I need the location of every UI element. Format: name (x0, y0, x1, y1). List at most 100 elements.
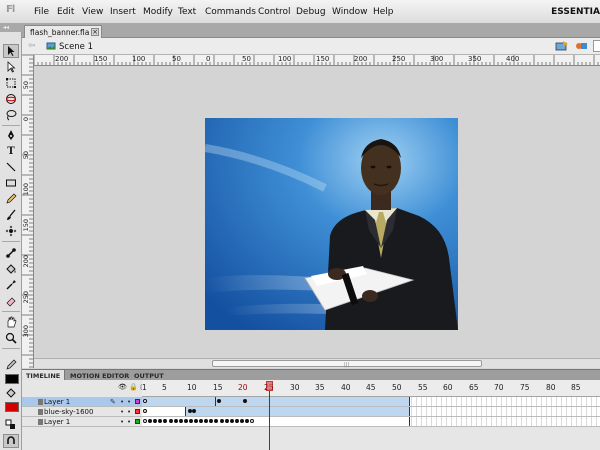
eye-icon[interactable]: 👁 (118, 383, 127, 391)
paint-bucket-tool-icon[interactable] (3, 262, 19, 276)
document-tab[interactable]: flash_banner.fla × (24, 25, 102, 38)
keyframe[interactable] (234, 419, 239, 423)
visibility-dot[interactable]: • (120, 398, 124, 406)
zoom-tool-icon[interactable] (3, 331, 19, 345)
menu-bar: Fl File Edit View Insert Modify Text Com… (0, 0, 600, 24)
menu-help[interactable]: Help (373, 7, 394, 17)
keyframe[interactable] (173, 419, 178, 423)
visibility-dot[interactable]: • (120, 408, 124, 416)
3d-rotation-tool-icon[interactable] (3, 92, 19, 106)
layer-row[interactable]: blue-sky-1600 • • (22, 407, 600, 417)
layer-outline-color[interactable] (135, 399, 140, 404)
deco-tool-icon[interactable] (3, 224, 19, 238)
fill-color-swatch[interactable] (5, 402, 19, 412)
scene-label[interactable]: Scene 1 (59, 42, 93, 52)
ruler-label: 250 (392, 55, 406, 63)
keyframe[interactable] (143, 419, 147, 423)
menu-commands[interactable]: Commands (205, 7, 256, 17)
keyframe[interactable] (219, 419, 224, 423)
ruler-label: 200 (354, 55, 368, 63)
layer-name: Layer 1 (44, 398, 71, 406)
lock-icon[interactable]: 🔒 (129, 383, 138, 391)
ruler-label: 350 (468, 55, 482, 63)
frame-number: 50 (392, 383, 402, 392)
bone-tool-icon[interactable] (3, 246, 19, 260)
frame-span (186, 407, 410, 416)
scrollbar-thumb[interactable]: ||| (212, 360, 482, 368)
menu-view[interactable]: View (82, 7, 103, 17)
keyframe[interactable] (217, 399, 221, 403)
frame-number: 10 (187, 383, 197, 392)
menu-modify[interactable]: Modify (143, 7, 173, 17)
layer-outline-color[interactable] (135, 409, 140, 414)
empty-keyframe[interactable] (143, 409, 147, 413)
free-transform-tool-icon[interactable] (3, 76, 19, 90)
layer-frames[interactable] (142, 397, 600, 407)
tools-panel: ◂◂ T (0, 24, 22, 450)
eraser-tool-icon[interactable] (3, 294, 19, 308)
workspace-switcher[interactable]: ESSENTIA (551, 7, 600, 17)
stage[interactable] (205, 118, 458, 330)
zoom-field[interactable] (593, 40, 600, 52)
keyframe[interactable] (245, 419, 249, 423)
eyedropper-tool-icon[interactable] (3, 278, 19, 292)
subselection-tool-icon[interactable] (3, 60, 19, 74)
selection-tool-icon[interactable] (3, 44, 19, 58)
app-logo: Fl (6, 4, 15, 15)
menu-window[interactable]: Window (332, 7, 368, 17)
keyframe[interactable] (188, 419, 193, 423)
back-arrow-icon[interactable]: ⇦ (28, 41, 36, 51)
keyframe[interactable] (168, 419, 173, 423)
close-icon[interactable]: × (91, 28, 99, 36)
horizontal-scrollbar[interactable]: ||| (34, 358, 600, 368)
tools-separator (2, 311, 20, 312)
layer-frames[interactable] (142, 407, 600, 417)
edit-scene-icon[interactable] (555, 40, 569, 52)
rectangle-tool-icon[interactable] (3, 176, 19, 190)
ruler-label: 150 (22, 219, 30, 232)
playhead[interactable] (266, 381, 273, 391)
line-tool-icon[interactable] (3, 160, 19, 174)
empty-keyframe[interactable] (143, 399, 147, 403)
keyframe[interactable] (239, 419, 244, 423)
keyframe[interactable] (224, 419, 229, 423)
edit-symbol-icon[interactable] (575, 40, 589, 52)
menu-debug[interactable]: Debug (296, 7, 326, 17)
frame-number: 35 (315, 383, 325, 392)
menu-text[interactable]: Text (178, 7, 196, 17)
frame-ruler[interactable]: 1 5 10 15 20 25 30 35 40 45 50 55 60 65 … (142, 380, 600, 397)
keyframe[interactable] (229, 419, 234, 423)
pencil-icon: ✎ (110, 398, 116, 406)
keyframe[interactable] (178, 419, 183, 423)
pen-tool-icon[interactable] (3, 128, 19, 142)
menu-insert[interactable]: Insert (110, 7, 136, 17)
layer-row[interactable]: Layer 1 ✎ • • (22, 397, 600, 407)
ruler-label: 200 (55, 55, 69, 63)
lasso-tool-icon[interactable] (3, 108, 19, 122)
ruler-label: 100 (22, 183, 30, 196)
text-tool-icon[interactable]: T (3, 144, 19, 158)
lock-dot[interactable]: • (127, 408, 131, 416)
keyframe[interactable] (243, 399, 247, 403)
stroke-color-swatch[interactable] (5, 374, 19, 384)
pencil-tool-icon[interactable] (3, 192, 19, 206)
swap-colors-icon[interactable] (3, 418, 19, 432)
lock-dot[interactable]: • (127, 398, 131, 406)
layer-name-cell[interactable]: blue-sky-1600 • • (22, 407, 142, 417)
stroke-color-pencil-icon (3, 358, 19, 372)
layer-frames[interactable] (142, 417, 600, 427)
menu-control[interactable]: Control (258, 7, 291, 17)
frame-number: 60 (443, 383, 453, 392)
hand-tool-icon[interactable] (3, 315, 19, 329)
tools-collapse-icon[interactable]: ◂◂ (0, 24, 22, 32)
layer-name-cell[interactable]: Layer 1 ✎ • • (22, 397, 142, 407)
frame-number: 80 (546, 383, 556, 392)
ruler-label: 150 (316, 55, 330, 63)
menu-edit[interactable]: Edit (57, 7, 74, 17)
keyframe[interactable] (192, 409, 196, 413)
menu-file[interactable]: File (34, 7, 49, 17)
keyframe[interactable] (194, 419, 198, 423)
snap-to-objects-icon[interactable] (3, 434, 19, 448)
brush-tool-icon[interactable] (3, 208, 19, 222)
keyframe[interactable] (183, 419, 188, 423)
